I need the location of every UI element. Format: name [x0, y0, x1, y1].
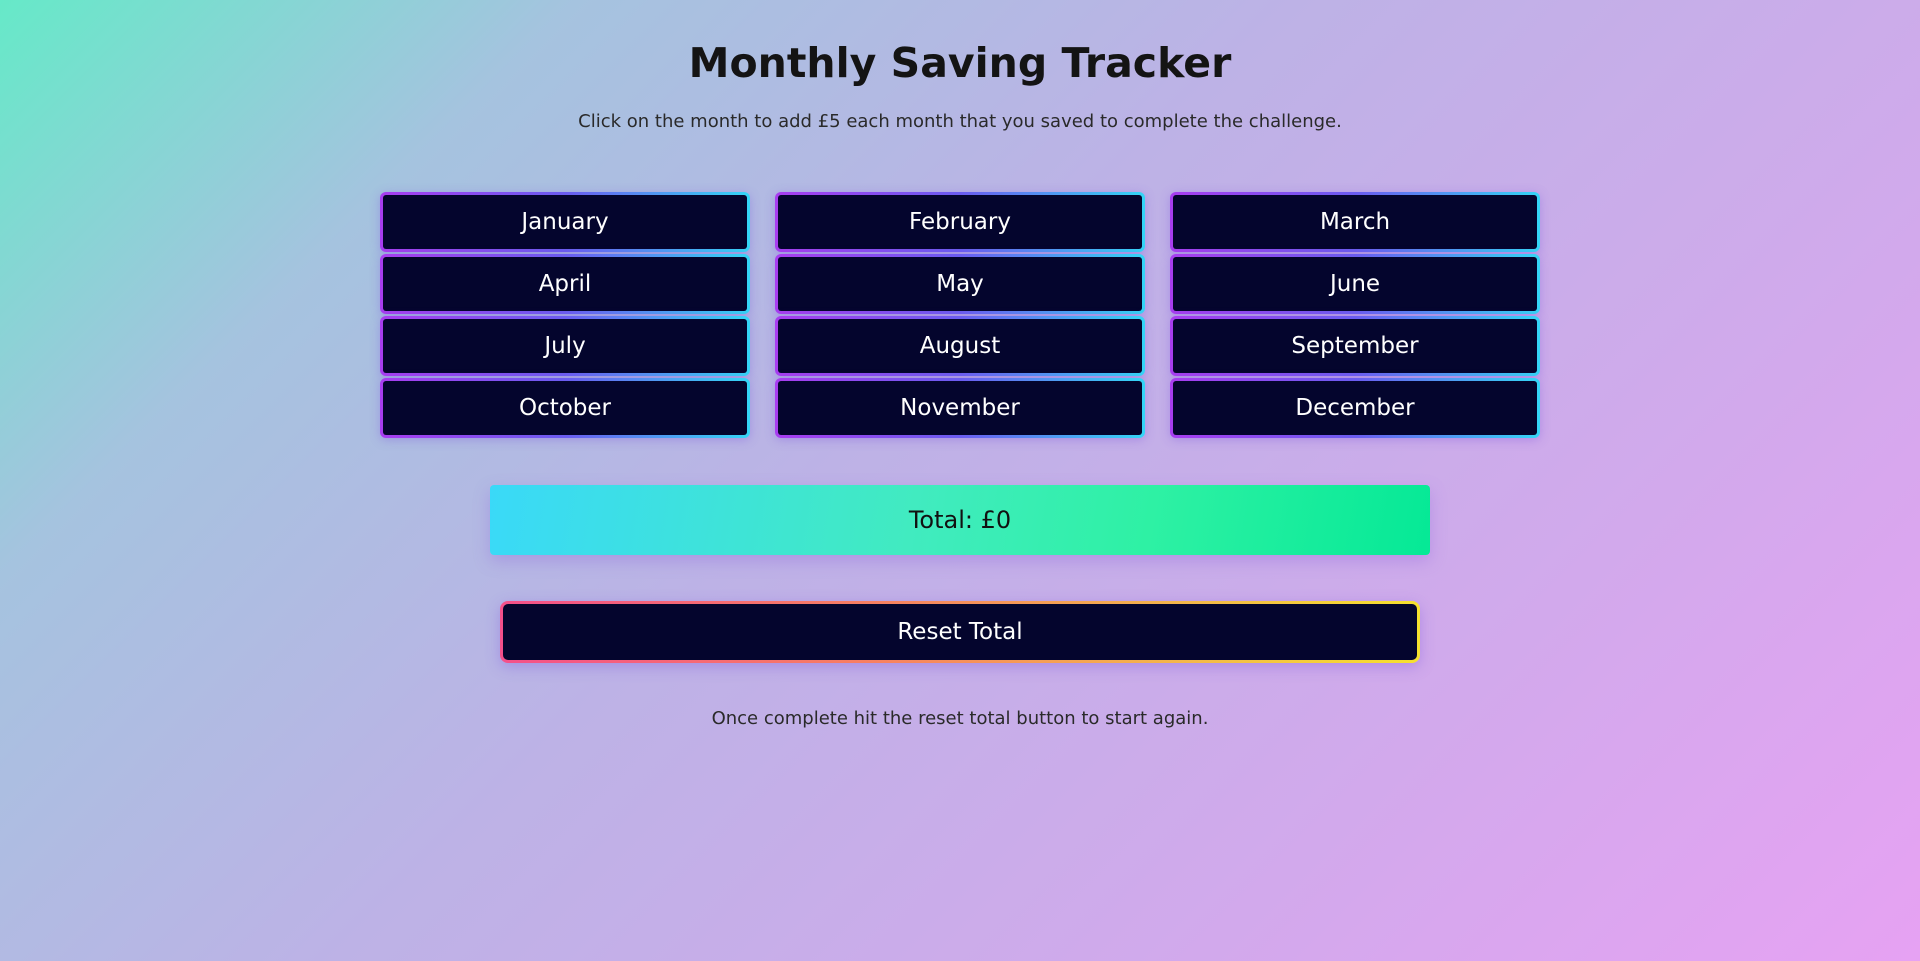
page-subtitle: Click on the month to add £5 each month …	[578, 111, 1342, 132]
month-button-march[interactable]: March	[1170, 192, 1540, 252]
page: Monthly Saving Tracker Click on the mont…	[0, 0, 1920, 961]
months-grid: January February March April May June Ju…	[380, 192, 1540, 438]
page-title: Monthly Saving Tracker	[688, 39, 1232, 87]
month-button-december[interactable]: December	[1170, 378, 1540, 438]
total-display: Total: £0	[490, 485, 1430, 555]
month-button-june[interactable]: June	[1170, 254, 1540, 314]
month-button-april[interactable]: April	[380, 254, 750, 314]
month-button-october[interactable]: October	[380, 378, 750, 438]
month-button-february[interactable]: February	[775, 192, 1145, 252]
footer-note: Once complete hit the reset total button…	[711, 708, 1209, 729]
month-button-august[interactable]: August	[775, 316, 1145, 376]
month-button-may[interactable]: May	[775, 254, 1145, 314]
total-label: Total: £0	[908, 506, 1012, 534]
month-button-september[interactable]: September	[1170, 316, 1540, 376]
month-button-january[interactable]: January	[380, 192, 750, 252]
month-button-november[interactable]: November	[775, 378, 1145, 438]
reset-total-button[interactable]: Reset Total	[500, 601, 1420, 663]
month-button-july[interactable]: July	[380, 316, 750, 376]
